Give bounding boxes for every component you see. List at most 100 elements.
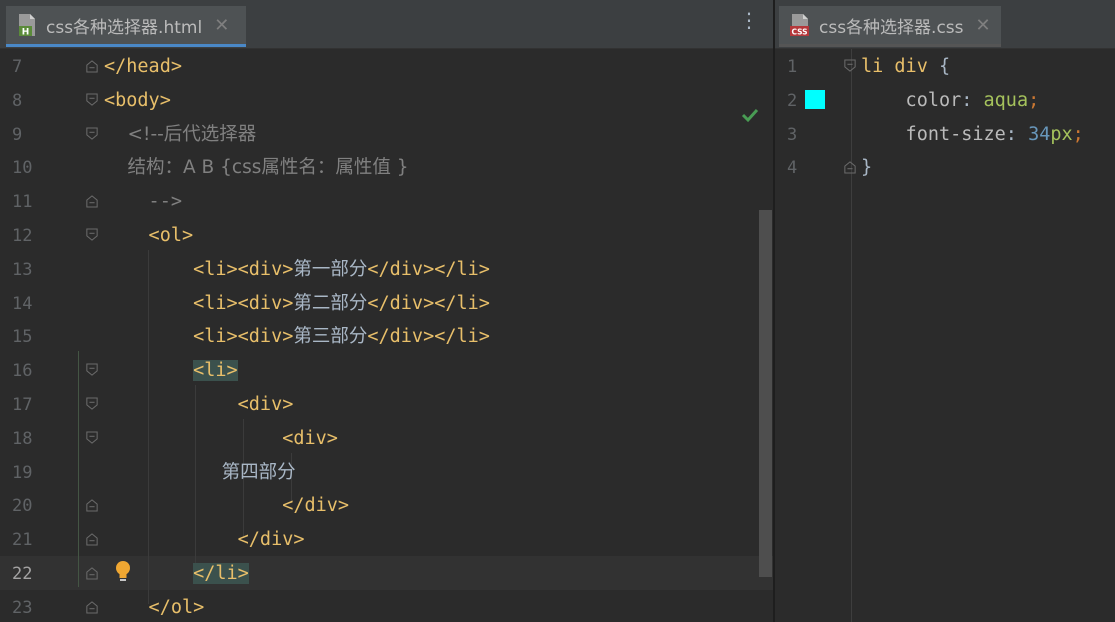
code-token: 第一部分 [293, 258, 368, 280]
code-line[interactable]: 21 </div> [0, 523, 773, 557]
code-token: </li> [193, 563, 249, 584]
line-number: 11 [12, 192, 33, 213]
fold-open-icon[interactable] [86, 431, 98, 445]
code-text: <ol> [104, 219, 194, 253]
line-number: 3 [787, 124, 798, 145]
fold-close-icon[interactable] [86, 498, 98, 512]
fold-close-icon[interactable] [86, 600, 98, 614]
code-line[interactable]: 9 <!--后代选择器 [0, 118, 773, 152]
line-number: 7 [12, 57, 23, 77]
code-token: <div> [104, 427, 338, 449]
code-token: </div></li> [367, 326, 490, 348]
tab-css-file[interactable]: CSS css各种选择器.css ✕ [779, 6, 1001, 47]
code-text: </div> [104, 523, 305, 557]
tab-html-file[interactable]: H css各种选择器.html ✕ [6, 6, 246, 47]
code-token: </div></li> [367, 258, 490, 280]
code-line[interactable]: 12 <ol> [0, 219, 773, 253]
code-token: <li><div> [104, 258, 294, 280]
tab-label: css各种选择器.css [819, 17, 964, 38]
code-line[interactable]: 8 <body> [0, 84, 773, 118]
code-line[interactable]: 18 <div> [0, 422, 773, 456]
code-token: <!--后代选择器 [104, 123, 257, 145]
fold-open-icon[interactable] [844, 59, 856, 73]
code-line[interactable]: 10 结构：A B {css属性名：属性值 } [0, 151, 773, 185]
line-number: 1 [787, 57, 798, 77]
code-token: <li><div> [104, 326, 294, 348]
code-text: <li><div>第三部分</div></li> [104, 320, 490, 354]
code-text: <div> [104, 422, 338, 456]
code-token: aqua [983, 89, 1029, 111]
line-number: 23 [12, 597, 33, 618]
code-line[interactable]: 20 </div> [0, 489, 773, 523]
vertical-scrollbar[interactable] [759, 210, 772, 577]
line-number: 16 [12, 361, 33, 382]
code-token: 34 [1028, 123, 1051, 145]
css-editor-pane: CSS css各种选择器.css ✕ 1 li div {2 color: aqu… [775, 0, 1115, 622]
html-code-area[interactable]: 7 </head> 8 <body> 9 <!--后代选择器 10 结构：A B {css… [0, 49, 773, 622]
fold-close-icon[interactable] [86, 566, 98, 580]
code-token: </head> [104, 56, 182, 77]
code-line[interactable]: 3 font-size: 34px; [775, 118, 1115, 152]
code-token: { [938, 56, 951, 77]
line-number: 9 [12, 124, 23, 145]
fold-open-icon[interactable] [86, 93, 98, 107]
color-swatch[interactable] [805, 90, 825, 109]
code-line[interactable]: 17 <div> [0, 388, 773, 422]
code-token: color [861, 89, 962, 111]
code-text: <li><div>第一部分</div></li> [104, 253, 490, 287]
css-code-area[interactable]: 1 li div {2 color: aqua; 3 font-size: 34px… [775, 49, 1115, 622]
code-text: 第四部分 [104, 456, 296, 490]
code-token: 结构：A B {css属性名：属性值 } [104, 157, 409, 179]
line-number: 20 [12, 496, 33, 517]
code-token: 第四部分 [104, 461, 296, 483]
fold-close-icon[interactable] [86, 59, 98, 73]
code-token: </ol> [104, 596, 205, 618]
code-line[interactable]: 13 <li><div>第一部分</div></li> [0, 253, 773, 287]
code-token: --> [104, 191, 182, 213]
code-token: } [861, 157, 873, 179]
code-text: <!--后代选择器 [104, 118, 257, 152]
code-line[interactable]: 14 <li><div>第二部分</div></li> [0, 287, 773, 321]
html-file-icon: H [19, 14, 35, 38]
code-line[interactable]: 15 <li><div>第三部分</div></li> [0, 320, 773, 354]
html-editor-pane: H css各种选择器.html ✕ ⋮ 7 </head> 8 <body> 9 <!-… [0, 0, 773, 622]
fold-open-icon[interactable] [86, 397, 98, 411]
code-token: 第三部分 [293, 326, 368, 348]
code-token: font-size [861, 123, 1006, 145]
line-number: 21 [12, 530, 33, 551]
code-line[interactable]: 11 --> [0, 185, 773, 219]
code-token: li div [861, 56, 939, 77]
code-token: px [1050, 123, 1073, 145]
lightbulb-icon[interactable] [113, 559, 133, 585]
close-tab-icon[interactable]: ✕ [976, 15, 991, 36]
fold-open-icon[interactable] [86, 127, 98, 141]
line-number: 2 [787, 90, 798, 111]
more-options-icon[interactable]: ⋮ [739, 10, 759, 30]
line-number: 19 [12, 462, 33, 483]
fold-close-icon[interactable] [844, 160, 856, 174]
code-text: <body> [104, 84, 171, 118]
css-file-icon: CSS [790, 14, 809, 37]
code-line[interactable]: 16 <li> [0, 354, 773, 388]
code-text: color: aqua; [861, 84, 1040, 118]
fold-open-icon[interactable] [86, 228, 98, 242]
line-number: 14 [12, 293, 33, 314]
fold-close-icon[interactable] [86, 532, 98, 546]
line-number: 22 [12, 564, 33, 584]
close-tab-icon[interactable]: ✕ [214, 15, 229, 36]
code-text: --> [104, 185, 182, 219]
code-line[interactable]: 19 第四部分 [0, 456, 773, 490]
fold-open-icon[interactable] [86, 363, 98, 377]
code-token: <ol> [104, 225, 194, 246]
code-line[interactable]: 1 li div { [775, 50, 1115, 84]
line-number: 12 [12, 226, 33, 246]
code-line[interactable]: 4} [775, 151, 1115, 185]
fold-close-icon[interactable] [86, 194, 98, 208]
code-text: <div> [104, 388, 294, 422]
code-token: ; [1072, 123, 1084, 145]
code-line[interactable]: 7 </head> [0, 50, 773, 84]
code-token: </div></li> [367, 292, 490, 314]
code-line[interactable]: 23 </ol> [0, 591, 773, 622]
code-line[interactable]: 2 color: aqua; [775, 84, 1115, 118]
